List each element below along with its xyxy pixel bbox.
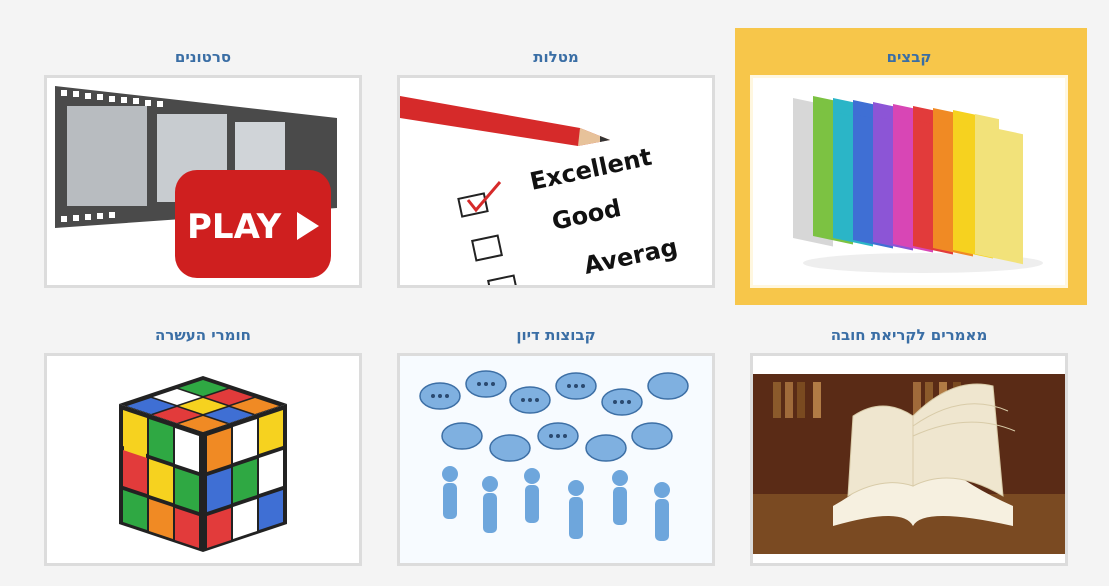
- tile-enrichment[interactable]: חומרי העשרה: [33, 322, 373, 566]
- play-label: PLAY: [187, 207, 282, 247]
- video-play-icon[interactable]: PLAY: [44, 75, 362, 288]
- tile-discussion-groups-title[interactable]: קבוצות דיון: [386, 322, 726, 348]
- tile-assignments[interactable]: מטלות Excellent Good Averag: [386, 44, 726, 288]
- course-tiles-grid: קבצים מטלות Excellent Good Averag סרטוני…: [0, 0, 1109, 586]
- tile-required-reading[interactable]: מאמרים לקריאת חובה: [739, 322, 1079, 566]
- folders-icon[interactable]: [750, 75, 1068, 288]
- discussion-group-icon[interactable]: [397, 353, 715, 566]
- tile-required-reading-title[interactable]: מאמרים לקריאת חובה: [739, 322, 1079, 348]
- rubiks-cube-icon[interactable]: [44, 353, 362, 566]
- tile-enrichment-title[interactable]: חומרי העשרה: [33, 322, 373, 348]
- tile-videos[interactable]: סרטונים PLAY: [33, 44, 373, 288]
- tile-files-title[interactable]: קבצים: [739, 44, 1079, 70]
- tile-discussion-groups[interactable]: קבוצות דיון: [386, 322, 726, 566]
- tile-videos-title[interactable]: סרטונים: [33, 44, 373, 70]
- tile-assignments-title[interactable]: מטלות: [386, 44, 726, 70]
- tile-files[interactable]: קבצים: [735, 28, 1087, 305]
- open-book-icon[interactable]: [750, 353, 1068, 566]
- checklist-icon[interactable]: Excellent Good Averag: [397, 75, 715, 288]
